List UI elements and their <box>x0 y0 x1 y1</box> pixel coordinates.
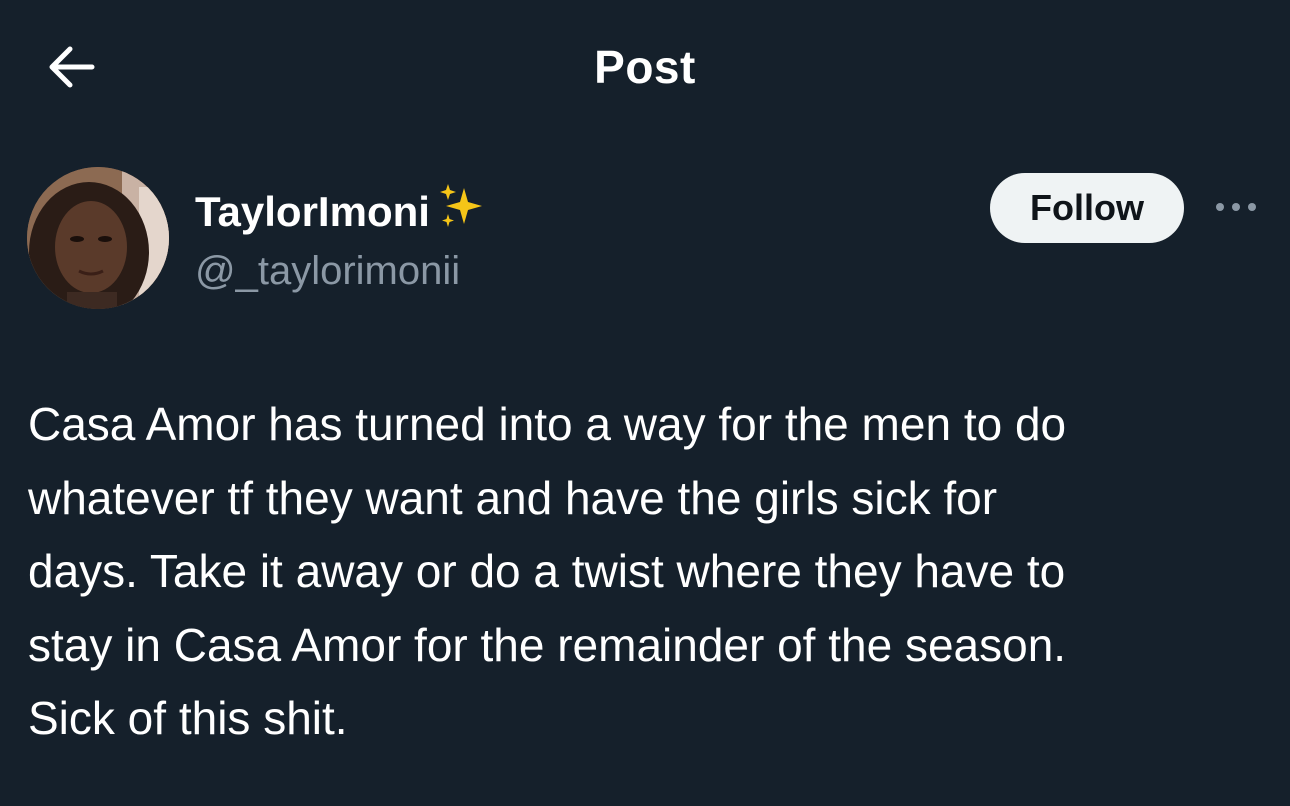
user-handle[interactable]: @_taylorimonii <box>195 246 460 296</box>
top-bar: Post <box>0 0 1290 130</box>
post-text-line: days. Take it away or do a twist where t… <box>28 545 1066 597</box>
display-name-text: TaylorImoni <box>195 188 430 235</box>
sparkles-icon <box>436 182 486 244</box>
avatar[interactable] <box>27 167 169 309</box>
post-text-line: Casa Amor has turned into a way for the … <box>28 398 1067 450</box>
more-button[interactable] <box>1208 192 1264 222</box>
follow-button[interactable]: Follow <box>990 173 1184 243</box>
page-title: Post <box>594 41 696 93</box>
post-text-line: Sick of this shit. <box>28 692 348 744</box>
post-text: Casa Amor has turned into a way for the … <box>28 388 1268 756</box>
post-text-line: stay in Casa Amor for the remainder of t… <box>28 618 1067 671</box>
post-text-line: whatever tf they want and have the girls… <box>28 471 998 524</box>
avatar-photo <box>27 167 169 309</box>
post-author: TaylorImoni @_taylorimonii Follow <box>0 160 1290 320</box>
display-name[interactable]: TaylorImoni <box>195 182 486 244</box>
more-horizontal-icon <box>1216 203 1256 211</box>
